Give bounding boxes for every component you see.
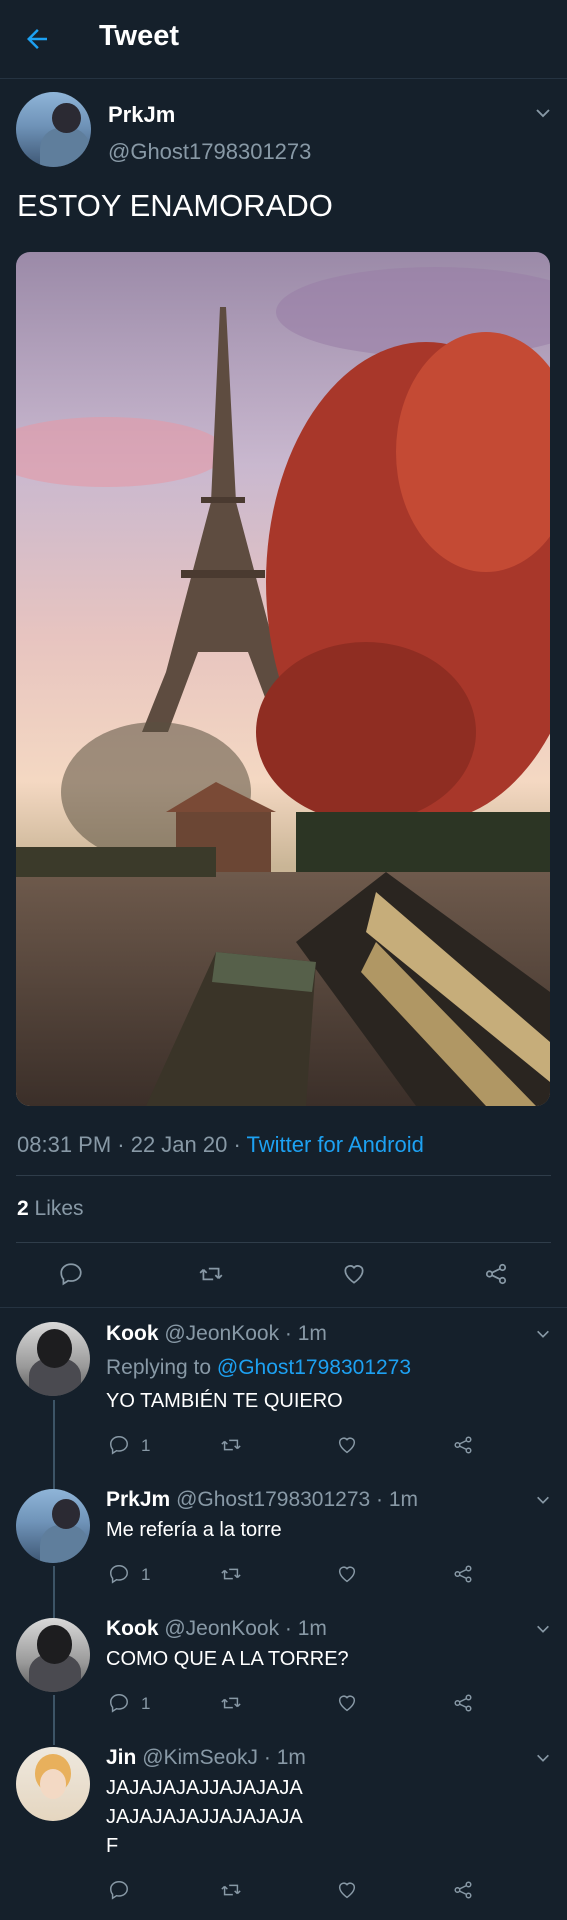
tweet-photo[interactable] bbox=[16, 252, 550, 1106]
avatar[interactable] bbox=[16, 92, 91, 167]
tweet-timestamp: 08:31 PM · 22 Jan 20 · bbox=[17, 1132, 247, 1157]
retweet-icon[interactable] bbox=[220, 1879, 242, 1901]
tweet-meta: 08:31 PM · 22 Jan 20 · Twitter for Andro… bbox=[17, 1132, 424, 1158]
thread-line bbox=[53, 1695, 55, 1745]
share-icon[interactable] bbox=[483, 1261, 509, 1287]
replying-to-handle[interactable]: @Ghost1798301273 bbox=[217, 1356, 411, 1379]
reply-author[interactable]: Kook @JeonKook · 1m bbox=[106, 1322, 327, 1346]
reply-count: 1 bbox=[141, 1694, 151, 1713]
retweet-icon[interactable] bbox=[220, 1692, 242, 1714]
chevron-down-icon[interactable] bbox=[534, 104, 552, 127]
reply-icon[interactable] bbox=[58, 1261, 84, 1287]
reply-author-name: Jin bbox=[106, 1746, 137, 1769]
replying-label: Replying to bbox=[106, 1356, 217, 1379]
reply-text-line: JAJAJAJAJJAJAJAJA bbox=[106, 1777, 303, 1799]
reply-handle-time: @JeonKook · 1m bbox=[164, 1617, 327, 1640]
reply-text-line: F bbox=[106, 1835, 119, 1857]
like-icon[interactable] bbox=[336, 1434, 358, 1456]
avatar[interactable] bbox=[16, 1747, 90, 1821]
thread-line bbox=[53, 1400, 55, 1490]
author-name[interactable]: PrkJm bbox=[108, 102, 175, 128]
page-title: Tweet bbox=[99, 20, 180, 52]
reply-author[interactable]: Jin @KimSeokJ · 1m bbox=[106, 1746, 306, 1770]
tweet-source-link[interactable]: Twitter for Android bbox=[247, 1132, 424, 1157]
reply-icon[interactable] bbox=[108, 1434, 130, 1456]
reply-icon[interactable] bbox=[108, 1563, 130, 1585]
divider bbox=[16, 1242, 551, 1243]
avatar[interactable] bbox=[16, 1618, 90, 1692]
tweet-text: ESTOY ENAMORADO bbox=[17, 188, 333, 223]
chevron-down-icon[interactable] bbox=[535, 1621, 551, 1642]
share-icon[interactable] bbox=[452, 1879, 474, 1901]
reply-author[interactable]: Kook @JeonKook · 1m bbox=[106, 1617, 327, 1641]
reply-text-line: JAJAJAJAJJAJAJAJA bbox=[106, 1806, 303, 1828]
author-handle[interactable]: @Ghost1798301273 bbox=[108, 139, 311, 165]
reply-count: 1 bbox=[141, 1565, 151, 1584]
reply-icon[interactable] bbox=[108, 1879, 130, 1901]
reply-author-name: Kook bbox=[106, 1617, 159, 1640]
share-icon[interactable] bbox=[452, 1692, 474, 1714]
retweet-icon[interactable] bbox=[198, 1261, 224, 1287]
reply-handle-time: @JeonKook · 1m bbox=[164, 1322, 327, 1345]
likes-count[interactable]: 2 Likes bbox=[17, 1197, 84, 1221]
reply-text: JAJAJAJAJJAJAJAJA JAJAJAJAJJAJAJAJA F bbox=[106, 1774, 303, 1861]
share-icon[interactable] bbox=[452, 1434, 474, 1456]
divider bbox=[16, 1175, 551, 1176]
like-icon[interactable] bbox=[336, 1879, 358, 1901]
replying-to: Replying to @Ghost1798301273 bbox=[106, 1356, 411, 1380]
reply-handle-time: @Ghost1798301273 · 1m bbox=[176, 1488, 419, 1511]
reply-text: COMO QUE A LA TORRE? bbox=[106, 1648, 349, 1670]
reply-author[interactable]: PrkJm @Ghost1798301273 · 1m bbox=[106, 1488, 418, 1512]
retweet-icon[interactable] bbox=[220, 1563, 242, 1585]
retweet-icon[interactable] bbox=[220, 1434, 242, 1456]
thread-line bbox=[53, 1566, 55, 1618]
reply-handle-time: @KimSeokJ · 1m bbox=[142, 1746, 306, 1769]
like-icon[interactable] bbox=[341, 1261, 367, 1287]
chevron-down-icon[interactable] bbox=[535, 1492, 551, 1513]
top-bar: Tweet bbox=[0, 0, 567, 79]
share-icon[interactable] bbox=[452, 1563, 474, 1585]
reply-text: YO TAMBIÉN TE QUIERO bbox=[106, 1390, 343, 1412]
like-icon[interactable] bbox=[336, 1563, 358, 1585]
reply-text: Me refería a la torre bbox=[106, 1519, 282, 1541]
reply-author-name: Kook bbox=[106, 1322, 159, 1345]
avatar[interactable] bbox=[16, 1489, 90, 1563]
avatar[interactable] bbox=[16, 1322, 90, 1396]
reply-icon[interactable] bbox=[108, 1692, 130, 1714]
reply-author-name: PrkJm bbox=[106, 1488, 171, 1511]
likes-number: 2 bbox=[17, 1197, 29, 1220]
chevron-down-icon[interactable] bbox=[535, 1750, 551, 1771]
chevron-down-icon[interactable] bbox=[535, 1326, 551, 1347]
likes-label: Likes bbox=[28, 1197, 84, 1220]
divider bbox=[0, 1307, 567, 1308]
back-arrow-icon[interactable] bbox=[22, 24, 52, 54]
like-icon[interactable] bbox=[336, 1692, 358, 1714]
reply-count: 1 bbox=[141, 1436, 151, 1455]
